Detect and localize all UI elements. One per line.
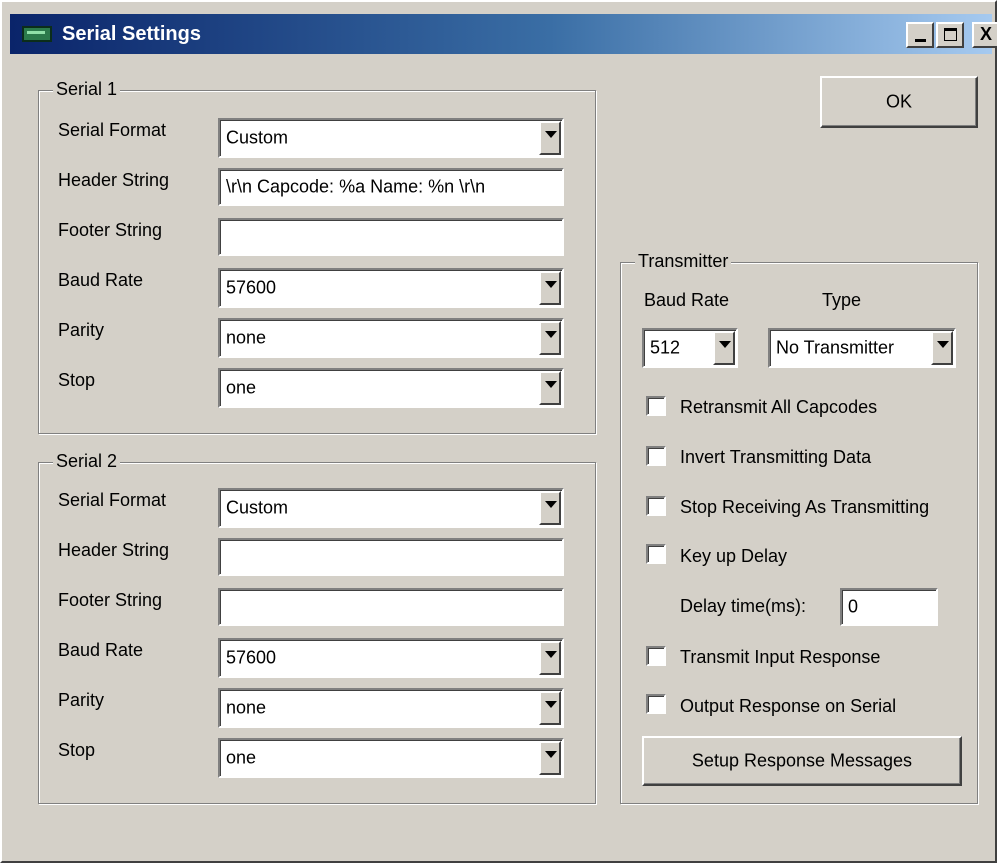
serial2-baud-label: Baud Rate [58,640,144,660]
delay-time-label: Delay time(ms): [680,596,807,616]
serial1-header-input[interactable]: \r\n Capcode: %a Name: %n \r\n [218,168,564,206]
serial2-legend: Serial 2 [53,451,121,472]
serial2-header-label: Header String [58,540,170,560]
transmitter-baud-label: Baud Rate [644,290,730,310]
serial1-parity-select[interactable]: none [218,318,564,358]
output-response-serial-label[interactable]: Output Response on Serial [680,696,896,717]
serial2-baud-select[interactable]: 57600 [218,638,564,678]
stop-receiving-checkbox[interactable] [646,496,666,516]
app-window-icon [22,26,52,42]
key-up-delay-label[interactable]: Key up Delay [680,546,787,567]
serial1-parity-value: none [226,327,267,348]
serial2-format-label: Serial Format [58,490,167,510]
transmitter-type-value: No Transmitter [776,337,895,358]
serial2-footer-input[interactable] [218,588,564,626]
serial1-format-value: Custom [226,127,289,148]
close-button[interactable]: X [972,22,997,48]
serial2-stop-value: one [226,747,257,768]
minimize-icon [915,39,926,42]
chevron-down-icon[interactable] [539,321,561,355]
transmitter-type-select[interactable]: No Transmitter [768,328,956,368]
maximize-button[interactable] [936,22,964,48]
invert-transmitting-label[interactable]: Invert Transmitting Data [680,447,871,468]
setup-response-messages-label: Setup Response Messages [691,750,913,771]
chevron-down-icon[interactable] [539,741,561,775]
chevron-down-icon[interactable] [931,331,953,365]
serial1-stop-select[interactable]: one [218,368,564,408]
chevron-down-icon[interactable] [539,691,561,725]
serial2-format-value: Custom [226,497,289,518]
serial1-footer-label: Footer String [58,220,163,240]
serial1-baud-label: Baud Rate [58,270,144,290]
chevron-down-icon[interactable] [539,121,561,155]
transmit-input-response-label[interactable]: Transmit Input Response [680,647,880,668]
title-bar[interactable]: Serial Settings X [10,14,997,54]
serial2-stop-select[interactable]: one [218,738,564,778]
serial-settings-window: Serial Settings X OK Serial 1 Serial For… [0,0,997,863]
transmitter-baud-value: 512 [650,337,681,358]
serial1-baud-value: 57600 [226,277,277,298]
serial2-parity-select[interactable]: none [218,688,564,728]
serial2-parity-label: Parity [58,690,105,710]
close-icon: X [979,24,992,44]
setup-response-messages-button[interactable]: Setup Response Messages [642,736,962,786]
transmitter-type-label: Type [822,290,862,310]
key-up-delay-checkbox[interactable] [646,544,666,564]
serial2-stop-label: Stop [58,740,96,760]
serial1-legend: Serial 1 [53,79,121,100]
maximize-icon [944,28,957,41]
serial1-stop-label: Stop [58,370,96,390]
transmitter-legend: Transmitter [635,251,732,272]
retransmit-all-label[interactable]: Retransmit All Capcodes [680,397,877,418]
serial1-stop-value: one [226,377,257,398]
transmitter-baud-select[interactable]: 512 [642,328,738,368]
serial2-format-select[interactable]: Custom [218,488,564,528]
minimize-button[interactable] [906,22,934,48]
retransmit-all-checkbox[interactable] [646,396,666,416]
window-title: Serial Settings [62,23,201,45]
delay-time-input[interactable]: 0 [840,588,938,626]
output-response-serial-checkbox[interactable] [646,694,666,714]
transmit-input-response-checkbox[interactable] [646,646,666,666]
chevron-down-icon[interactable] [713,331,735,365]
chevron-down-icon[interactable] [539,491,561,525]
serial1-format-select[interactable]: Custom [218,118,564,158]
serial1-header-label: Header String [58,170,170,190]
serial2-parity-value: none [226,697,267,718]
serial2-header-input[interactable] [218,538,564,576]
ok-button[interactable]: OK [820,76,978,128]
serial1-format-label: Serial Format [58,120,167,140]
delay-time-value: 0 [848,596,859,617]
stop-receiving-label[interactable]: Stop Receiving As Transmitting [680,497,929,518]
chevron-down-icon[interactable] [539,271,561,305]
ok-button-label: OK [885,91,912,112]
chevron-down-icon[interactable] [539,641,561,675]
invert-transmitting-checkbox[interactable] [646,446,666,466]
serial1-header-value: \r\n Capcode: %a Name: %n \r\n [226,176,486,197]
serial2-baud-value: 57600 [226,647,277,668]
serial1-parity-label: Parity [58,320,105,340]
serial1-baud-select[interactable]: 57600 [218,268,564,308]
chevron-down-icon[interactable] [539,371,561,405]
serial1-footer-input[interactable] [218,218,564,256]
serial2-footer-label: Footer String [58,590,163,610]
